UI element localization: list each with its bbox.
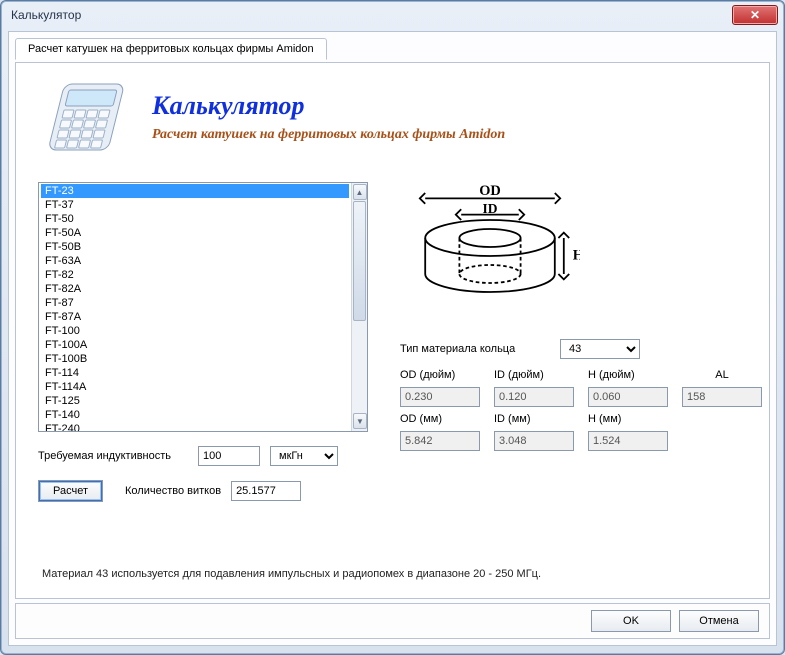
turns-label: Количество витков: [125, 485, 221, 497]
material-label: Тип материала кольца: [400, 343, 540, 355]
calculator-icon: [38, 78, 134, 156]
page-subtitle: Расчет катушек на ферритовых кольцах фир…: [152, 127, 505, 143]
tab-divider: [15, 62, 770, 63]
listbox-scrollbar[interactable]: ▲ ▼: [351, 183, 367, 431]
al-field: [682, 387, 762, 407]
list-item[interactable]: FT-240: [41, 422, 349, 431]
content-area: FT-23FT-37FT-50FT-50AFT-50BFT-63AFT-82FT…: [38, 182, 747, 502]
right-column: OD ID H Тип материала кольца 43 OD (дюйм…: [400, 182, 762, 502]
tab-amidon[interactable]: Расчет катушек на ферритовых кольцах фир…: [15, 38, 327, 60]
list-item[interactable]: FT-125: [41, 394, 349, 408]
inductance-input[interactable]: [198, 446, 260, 466]
diagram-h-label: H: [573, 248, 580, 264]
id-mm-label: ID (мм): [494, 413, 574, 425]
list-item[interactable]: FT-82A: [41, 282, 349, 296]
diagram-od-label: OD: [479, 183, 501, 199]
list-item[interactable]: FT-100A: [41, 338, 349, 352]
scroll-down-button[interactable]: ▼: [353, 413, 367, 429]
app-window: Калькулятор ✕ Расчет катушек на ферритов…: [0, 0, 785, 655]
scroll-up-button[interactable]: ▲: [353, 184, 367, 200]
list-item[interactable]: FT-82: [41, 268, 349, 282]
od-in-field: [400, 387, 480, 407]
dialog-footer: OK Отмена: [15, 603, 770, 639]
list-item[interactable]: FT-114: [41, 366, 349, 380]
client-area: Расчет катушек на ферритовых кольцах фир…: [8, 31, 777, 646]
material-row: Тип материала кольца 43: [400, 339, 762, 359]
list-item[interactable]: FT-100B: [41, 352, 349, 366]
od-mm-label: OD (мм): [400, 413, 480, 425]
core-listbox[interactable]: FT-23FT-37FT-50FT-50AFT-50BFT-63AFT-82FT…: [38, 182, 368, 432]
list-item[interactable]: FT-140: [41, 408, 349, 422]
tab-label: Расчет катушек на ферритовых кольцах фир…: [28, 43, 314, 55]
od-mm-field: [400, 431, 480, 451]
material-select[interactable]: 43: [560, 339, 640, 359]
material-note: Материал 43 используется для подавления …: [42, 568, 743, 580]
inductance-unit-select[interactable]: мкГн: [270, 446, 338, 466]
list-item[interactable]: FT-87: [41, 296, 349, 310]
h-mm-field: [588, 431, 668, 451]
params-grid: OD (дюйм) ID (дюйм) H (дюйм) AL OD (мм) …: [400, 369, 762, 451]
list-item[interactable]: FT-114A: [41, 380, 349, 394]
list-item[interactable]: FT-63A: [41, 254, 349, 268]
close-button[interactable]: ✕: [732, 5, 778, 25]
listbox-items[interactable]: FT-23FT-37FT-50FT-50AFT-50BFT-63AFT-82FT…: [39, 183, 351, 431]
page-header: Калькулятор Расчет катушек на ферритовых…: [38, 78, 747, 156]
tab-page: Калькулятор Расчет катушек на ферритовых…: [15, 62, 770, 599]
scroll-thumb[interactable]: [353, 201, 366, 321]
cancel-button[interactable]: Отмена: [679, 610, 759, 632]
calculate-button[interactable]: Расчет: [38, 480, 103, 502]
header-texts: Калькулятор Расчет катушек на ферритовых…: [152, 91, 505, 143]
al-label: AL: [682, 369, 762, 381]
toroid-diagram: OD ID H: [400, 182, 580, 312]
list-item[interactable]: FT-50A: [41, 226, 349, 240]
id-in-field: [494, 387, 574, 407]
list-item[interactable]: FT-50: [41, 212, 349, 226]
diagram-id-label: ID: [482, 201, 497, 216]
tab-strip: Расчет катушек на ферритовых кольцах фир…: [9, 32, 776, 60]
h-mm-label: H (мм): [588, 413, 668, 425]
inductance-label: Требуемая индуктивность: [38, 450, 188, 462]
turns-output[interactable]: [231, 481, 301, 501]
h-in-label: H (дюйм): [588, 369, 668, 381]
list-item[interactable]: FT-50B: [41, 240, 349, 254]
od-in-label: OD (дюйм): [400, 369, 480, 381]
list-item[interactable]: FT-23: [41, 184, 349, 198]
inductance-row: Требуемая индуктивность мкГн: [38, 446, 368, 466]
window-title: Калькулятор: [11, 8, 732, 22]
id-mm-field: [494, 431, 574, 451]
calc-row: Расчет Количество витков: [38, 480, 368, 502]
titlebar[interactable]: Калькулятор ✕: [1, 1, 784, 29]
list-item[interactable]: FT-87A: [41, 310, 349, 324]
h-in-field: [588, 387, 668, 407]
page-title: Калькулятор: [152, 91, 505, 121]
left-column: FT-23FT-37FT-50FT-50AFT-50BFT-63AFT-82FT…: [38, 182, 368, 502]
list-item[interactable]: FT-100: [41, 324, 349, 338]
list-item[interactable]: FT-37: [41, 198, 349, 212]
id-in-label: ID (дюйм): [494, 369, 574, 381]
close-icon: ✕: [750, 8, 760, 22]
ok-button[interactable]: OK: [591, 610, 671, 632]
